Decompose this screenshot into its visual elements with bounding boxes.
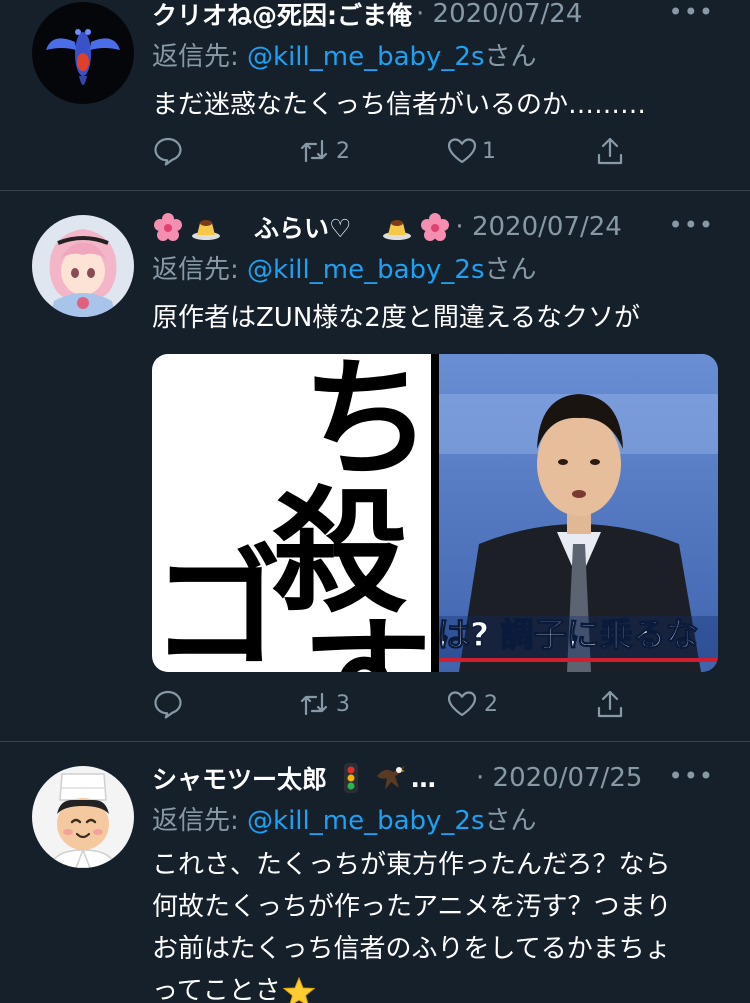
retweet-button[interactable]: 2 (298, 135, 350, 167)
calligraphy-image: ち 殺 ゴ す (152, 354, 431, 672)
calligraphy-glyph: ゴ (152, 533, 282, 672)
display-name[interactable]: ふらい♡ (254, 209, 351, 245)
display-name[interactable]: シャモツー太郎 (152, 760, 327, 796)
display-name[interactable]: クリオね@死因:ごま俺 (152, 0, 412, 32)
tweet-text-line-last: ってことさ (152, 970, 720, 1003)
more-icon[interactable]: ••• (669, 211, 714, 239)
retweet-icon (300, 139, 328, 163)
tweet[interactable]: クリオね@死因:ごま俺 · 2020/07/24 ••• 返信先: @kill_… (0, 0, 750, 190)
eagle-icon (375, 762, 407, 794)
reply-to-line: 返信先: @kill_me_baby_2sさん (152, 36, 537, 73)
share-button[interactable] (594, 688, 626, 720)
tweet-text-line: お前はたくっち信者のふりをしてるかまちょ (152, 934, 671, 964)
tweet-text: まだ迷惑なたくっち信者がいるのか……… (152, 90, 647, 120)
reply-handle-link[interactable]: @kill_me_baby_2s (247, 255, 484, 285)
tweet-header: シャモツー太郎 … · 2020/07/25 ••• (152, 760, 720, 796)
reply-button[interactable] (152, 688, 184, 720)
media-grid[interactable]: ち 殺 ゴ す (152, 354, 718, 672)
tweet-text-line: これさ、たくっちが東方作ったんだろ？なら (152, 850, 671, 880)
heart-icon (447, 138, 477, 164)
action-bar: 2 1 (152, 135, 632, 175)
share-icon (597, 690, 623, 718)
retweet-icon (300, 692, 328, 716)
timeline: クリオね@死因:ごま俺 · 2020/07/24 ••• 返信先: @kill_… (0, 0, 750, 1003)
like-button[interactable]: 2 (446, 688, 498, 720)
timestamp[interactable]: · 2020/07/25 (476, 763, 642, 793)
reply-suffix: さん (484, 806, 537, 836)
tweet-header: ふらい♡ · 2020/07/24 ••• (152, 209, 720, 245)
tweet[interactable]: シャモツー太郎 … · 2020/07/25 ••• 返信先: @kill_me… (0, 742, 750, 1003)
retweet-count: 3 (336, 691, 350, 717)
avatar[interactable] (32, 2, 134, 104)
reply-prefix: 返信先: (152, 806, 248, 836)
traffic-light-icon (335, 762, 367, 794)
calligraphy-glyph: す (302, 603, 431, 672)
media-image-newscaster[interactable]: は? 調子に乗るな (439, 354, 718, 672)
tweet-text-line: ってことさ (152, 976, 281, 1003)
like-button[interactable]: 1 (446, 135, 496, 167)
caption-text: は? 調子に乗るな (439, 615, 699, 654)
timestamp[interactable]: · 2020/07/24 (416, 0, 582, 29)
reply-handle-link[interactable]: @kill_me_baby_2s (247, 42, 484, 72)
heart-icon (447, 691, 477, 717)
newscaster-image: は? 調子に乗るな (439, 354, 718, 672)
pudding-icon (190, 211, 222, 243)
reply-prefix: 返信先: (152, 255, 248, 285)
reply-handle-link[interactable]: @kill_me_baby_2s (247, 806, 484, 836)
tweet-text: 原作者はZUN様な2度と間違えるなクソが (152, 303, 641, 333)
timestamp[interactable]: · 2020/07/24 (455, 212, 621, 242)
display-name-ellipsis: … (411, 763, 437, 793)
retweet-count: 2 (336, 138, 350, 164)
like-count: 2 (484, 691, 498, 717)
cherry-blossom-icon (419, 211, 451, 243)
tweet[interactable]: ふらい♡ · 2020/07/24 ••• 返信先: @kill_me_baby… (0, 191, 750, 740)
cherry-blossom-icon (152, 211, 184, 243)
sea-angel-avatar-icon (32, 2, 134, 104)
reply-prefix: 返信先: (152, 42, 248, 72)
more-icon[interactable]: ••• (669, 762, 714, 790)
reply-button[interactable] (152, 135, 184, 167)
share-button[interactable] (594, 135, 626, 167)
tweet-header: クリオね@死因:ごま俺 · 2020/07/24 ••• (152, 0, 720, 32)
reply-icon (154, 137, 182, 166)
media-image-calligraphy[interactable]: ち 殺 ゴ す (152, 354, 431, 672)
avatar[interactable] (32, 215, 134, 317)
reply-suffix: さん (484, 255, 537, 285)
pudding-icon (381, 211, 413, 243)
action-bar: 3 2 (152, 688, 632, 728)
star-icon (282, 976, 316, 1003)
share-icon (597, 137, 623, 165)
avatar[interactable] (32, 766, 134, 868)
anime-girl-avatar-icon (32, 215, 134, 317)
like-count: 1 (482, 138, 496, 164)
more-icon[interactable]: ••• (669, 0, 714, 26)
reply-suffix: さん (484, 42, 537, 72)
reply-to-line: 返信先: @kill_me_baby_2sさん (152, 249, 537, 286)
chef-avatar-icon (32, 766, 134, 868)
tweet-text: これさ、たくっちが東方作ったんだろ？なら 何故たくっちが作ったアニメを汚す？つま… (152, 844, 720, 1003)
tweet-text-line: 何故たくっちが作ったアニメを汚す？つまり (152, 892, 672, 922)
reply-icon (154, 690, 182, 719)
retweet-button[interactable]: 3 (298, 688, 350, 720)
reply-to-line: 返信先: @kill_me_baby_2sさん (152, 800, 537, 837)
